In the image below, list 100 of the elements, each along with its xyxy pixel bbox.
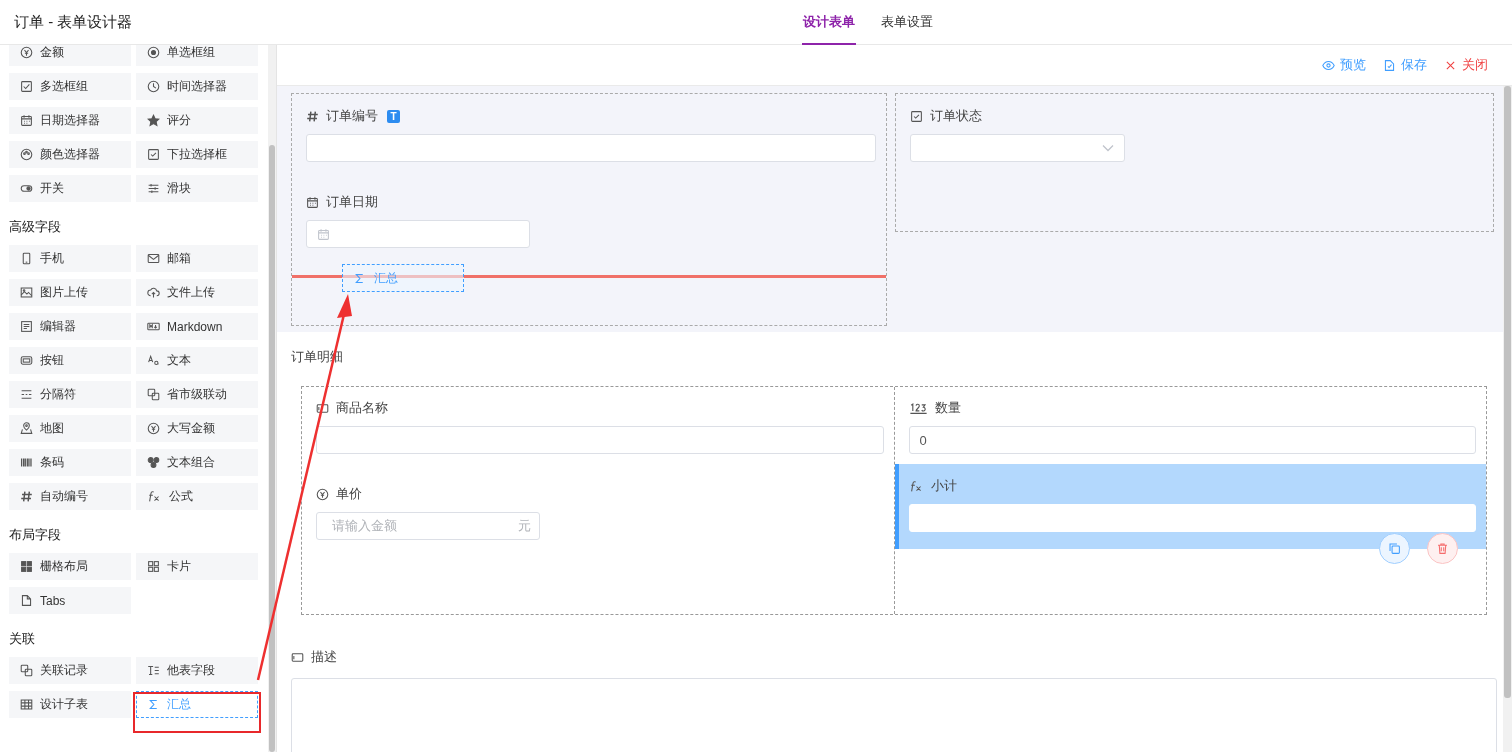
palette-icon <box>20 148 33 161</box>
clock-icon <box>147 80 160 93</box>
palette-item[interactable]: 地图 <box>9 415 131 442</box>
palette-item[interactable]: 邮箱 <box>136 245 258 272</box>
field-label: 商品名称 <box>336 399 388 417</box>
yuan-icon <box>20 46 33 59</box>
palette-item[interactable]: 卡片 <box>136 553 258 580</box>
section-heading: 高级字段 <box>9 219 62 236</box>
palette-item[interactable]: 日期选择器 <box>9 107 131 134</box>
file-icon <box>20 594 33 607</box>
palette-item[interactable]: Markdown <box>136 313 258 340</box>
scrollbar[interactable] <box>1503 86 1512 752</box>
input-box-icon <box>291 651 304 664</box>
palette-item[interactable]: 栅格布局 <box>9 553 131 580</box>
palette-item[interactable]: 大写金额 <box>136 415 258 442</box>
text-list-icon <box>147 664 160 677</box>
phone-icon <box>20 252 33 265</box>
cloud-upload-icon <box>147 286 160 299</box>
checkbox-icon <box>910 109 923 123</box>
overlap-icon <box>147 388 160 401</box>
button-icon <box>20 354 33 367</box>
palette-item[interactable]: 金额 <box>9 45 131 66</box>
circles-icon <box>147 456 160 469</box>
palette-item[interactable]: 时间选择器 <box>136 73 258 100</box>
palette-item[interactable]: 省市级联动 <box>136 381 258 408</box>
palette-item[interactable]: 公式 <box>136 483 258 510</box>
palette-item[interactable]: 编辑器 <box>9 313 131 340</box>
scrollbar[interactable] <box>268 45 276 752</box>
input-field[interactable] <box>316 426 884 454</box>
field-label: 数量 <box>934 399 961 417</box>
grid-icon <box>20 560 33 573</box>
select-field[interactable] <box>910 134 1125 162</box>
hash-icon <box>20 490 33 503</box>
palette-item[interactable]: 按钮 <box>9 347 131 374</box>
palette-item[interactable]: 多选框组 <box>9 73 131 100</box>
input-field[interactable] <box>306 134 876 162</box>
sigma-icon <box>353 271 366 285</box>
field-label: 描述 <box>311 649 337 666</box>
image-icon <box>20 286 33 299</box>
slider-icon <box>147 182 160 195</box>
palette-item[interactable]: 下拉选择框 <box>136 141 258 168</box>
table-icon <box>20 698 33 711</box>
palette-item[interactable]: 文本 <box>136 347 258 374</box>
fx-icon <box>908 479 924 493</box>
number-icon <box>908 401 928 415</box>
fx-icon <box>147 490 162 503</box>
palette-item[interactable]: 设计子表 <box>9 691 131 718</box>
scrollbar-thumb[interactable] <box>269 145 275 752</box>
palette-item[interactable]: 自动编号 <box>9 483 131 510</box>
radio-icon <box>147 46 160 59</box>
section-heading: 布局字段 <box>9 527 62 544</box>
type-badge: T <box>387 109 400 123</box>
window-title: 订单 - 表单设计器 <box>14 12 133 32</box>
calendar-icon <box>317 227 330 241</box>
date-field[interactable] <box>306 220 530 248</box>
field-label: 单价 <box>336 485 362 503</box>
palette-item[interactable]: 评分 <box>136 107 258 134</box>
field-label: 订单日期 <box>326 193 378 211</box>
palette-item[interactable]: 文件上传 <box>136 279 258 306</box>
palette-item[interactable]: 关联记录 <box>9 657 131 684</box>
sigma-icon <box>147 698 160 711</box>
chevron-down-icon <box>1102 144 1114 152</box>
palette-item[interactable]: 分隔符 <box>9 381 131 408</box>
map-pin-icon <box>20 422 33 435</box>
document-icon <box>20 320 33 333</box>
palette-item[interactable]: 他表字段 <box>136 657 258 684</box>
field-label: 订单编号 <box>326 107 378 125</box>
calendar-icon <box>306 195 319 209</box>
palette-item[interactable]: 图片上传 <box>9 279 131 306</box>
barcode-icon <box>20 456 33 469</box>
overlap-icon <box>20 664 33 677</box>
calendar-icon <box>20 114 33 127</box>
close-button[interactable]: 关闭 <box>1444 56 1488 74</box>
palette-item[interactable]: 文本组合 <box>136 449 258 476</box>
tab[interactable]: 设计表单 <box>802 0 856 45</box>
trash-icon <box>1436 542 1449 555</box>
hash-icon <box>306 109 319 123</box>
input-box-icon <box>316 401 329 415</box>
palette-item[interactable]: 条码 <box>9 449 131 476</box>
scrollbar-thumb[interactable] <box>1504 86 1511 698</box>
field-label: 小计 <box>930 477 957 495</box>
palette-item[interactable]: Tabs <box>9 587 131 614</box>
input-field[interactable]: 0 <box>908 426 1476 454</box>
palette-item[interactable]: 开关 <box>9 175 131 202</box>
palette-item[interactable]: 单选框组 <box>136 45 258 66</box>
copy-icon <box>1388 542 1401 555</box>
document-icon <box>1383 58 1396 72</box>
section-heading: 关联 <box>9 631 36 648</box>
yuan-icon <box>147 422 160 435</box>
star-icon <box>147 114 160 127</box>
tab[interactable]: 表单设置 <box>880 0 934 45</box>
grid-outline-icon <box>147 560 160 573</box>
checkbox-icon <box>147 148 160 161</box>
selected-field[interactable]: 小计 <box>894 464 1486 549</box>
palette-item[interactable]: 滑块 <box>136 175 258 202</box>
mail-icon <box>147 252 160 265</box>
palette-item[interactable]: 手机 <box>9 245 131 272</box>
eye-icon <box>1322 58 1335 72</box>
palette-item[interactable]: 颜色选择器 <box>9 141 131 168</box>
checkbox-icon <box>20 80 33 93</box>
